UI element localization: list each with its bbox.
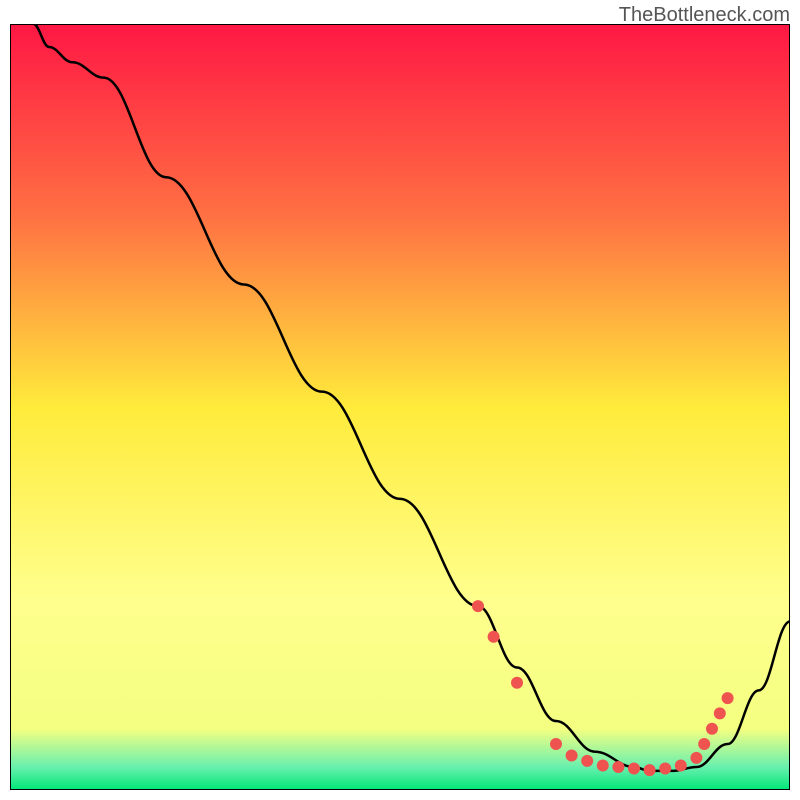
marker-dot [698,738,710,750]
marker-dot [690,752,702,764]
chart-container [10,24,790,790]
marker-dot [511,677,523,689]
marker-dot [675,759,687,771]
marker-dot [566,750,578,762]
marker-dot [659,763,671,775]
marker-dot [722,692,734,704]
watermark-text: TheBottleneck.com [619,4,790,27]
marker-dot [612,761,624,773]
marker-dot [581,755,593,767]
marker-dot [714,707,726,719]
marker-dot [597,759,609,771]
marker-dot [472,600,484,612]
marker-dot [628,763,640,775]
marker-dot [550,738,562,750]
marker-dot [706,723,718,735]
chart-svg [10,24,790,790]
chart-background [10,24,790,790]
marker-dot [488,631,500,643]
marker-dot [644,764,656,776]
